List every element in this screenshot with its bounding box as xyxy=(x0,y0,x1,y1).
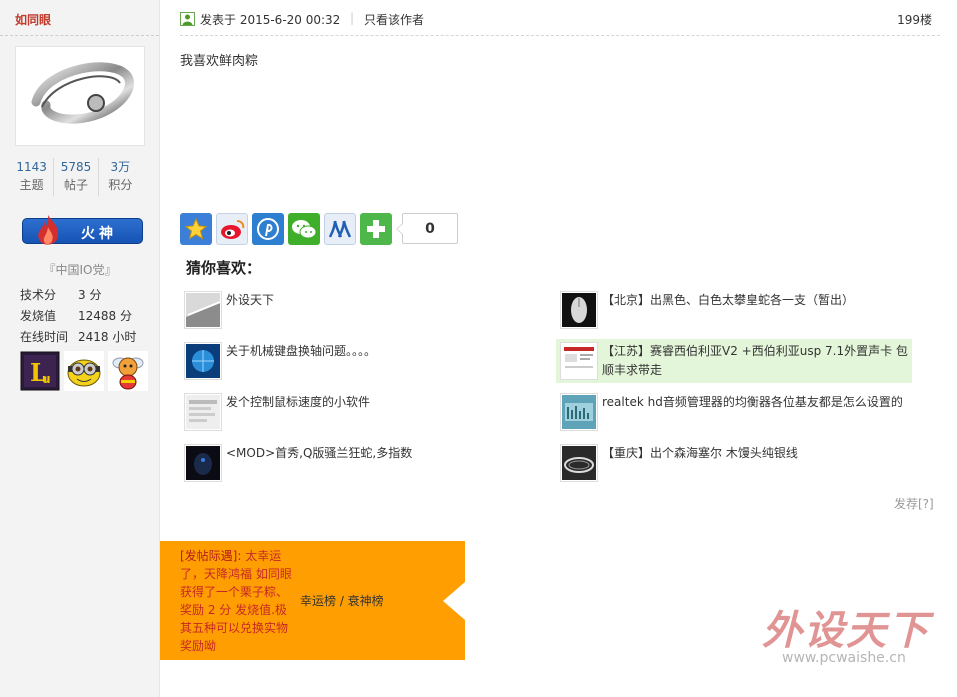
thumbnail[interactable] xyxy=(560,291,598,329)
list-item-title[interactable]: 外设天下 xyxy=(226,291,536,310)
post-content: 我喜欢鲜肉粽 xyxy=(180,54,259,69)
list-item[interactable]: <MOD>首秀,Q版骚兰狂蛇,多指数 xyxy=(180,441,536,485)
info-key: 发烧值 xyxy=(20,309,57,323)
rank-badge: 火神 xyxy=(22,215,143,245)
svg-text:u: u xyxy=(42,372,51,386)
info-key: 技术分 xyxy=(20,288,57,302)
list-item-title[interactable]: 【重庆】出个森海塞尔 木馒头纯银线 xyxy=(602,444,912,463)
pinterest-icon[interactable] xyxy=(252,213,284,245)
thumbnail[interactable] xyxy=(560,393,598,431)
list-item[interactable]: 关于机械键盘换轴问题。。。。 xyxy=(180,339,536,383)
favorite-star-icon[interactable] xyxy=(180,213,212,245)
lucky-event-tag: [发帖际遇]: xyxy=(180,549,242,563)
flame-icon xyxy=(38,215,59,245)
stat-threads[interactable]: 1143 主题 xyxy=(10,158,55,196)
list-item-title[interactable]: realtek hd音频管理器的均衡器各位基友都是怎么设置的 xyxy=(602,393,912,412)
medal-list: L u xyxy=(20,351,148,391)
only-author-link[interactable]: 只看该作者 xyxy=(364,11,424,28)
thumbnail[interactable] xyxy=(184,393,222,431)
stat-posts[interactable]: 5785 帖子 xyxy=(54,158,99,196)
floor-number[interactable]: 199楼 xyxy=(897,11,932,28)
site-watermark: 外设天下 www.pcwaishe.cn xyxy=(758,598,940,673)
watermark-logo: 外设天下 xyxy=(762,607,930,654)
separator: | xyxy=(350,11,355,25)
info-value: 3 分 xyxy=(78,288,102,302)
online-user-icon xyxy=(180,12,195,26)
stat-label: 主题 xyxy=(19,178,44,192)
guess-title: 猜你喜欢： xyxy=(186,259,262,277)
author-sidebar: 如同眼 1143 主题 5785 帖子 3万 积分 火神 『中国IO党』 技术分… xyxy=(0,0,160,697)
post-time: 发表于 2015-6-20 00:32 xyxy=(200,13,341,27)
thumbnail[interactable] xyxy=(560,444,598,482)
share-bar: 0 xyxy=(180,213,458,245)
medal-lu-icon[interactable]: L u xyxy=(20,351,60,391)
stat-label: 积分 xyxy=(108,178,133,192)
stat-value[interactable]: 3万 xyxy=(99,158,142,176)
plus-icon[interactable] xyxy=(360,213,392,245)
share-count: 0 xyxy=(396,213,458,244)
list-item[interactable]: realtek hd音频管理器的均衡器各位基友都是怎么设置的 xyxy=(556,390,912,434)
info-tech-score: 技术分 3 分 xyxy=(20,286,101,303)
divider xyxy=(180,35,940,36)
avatar[interactable] xyxy=(15,46,145,146)
lucky-event-box: [发帖际遇]: 太幸运了，天降鸿福 如同眼获得了一个栗子粽、奖励 2 分 发烧值… xyxy=(160,541,465,660)
list-item[interactable]: 【重庆】出个森海塞尔 木馒头纯银线 xyxy=(556,441,912,485)
info-value: 2418 小时 xyxy=(78,330,137,344)
thumbnail[interactable] xyxy=(184,291,222,329)
thumbnail[interactable] xyxy=(184,342,222,380)
post-header: 发表于 2015-6-20 00:32 | 只看该作者 199楼 xyxy=(180,10,932,30)
user-group: 『中国IO党』 xyxy=(43,263,117,277)
recommend-link[interactable]: 发荐[?] xyxy=(894,495,934,512)
stat-points[interactable]: 3万 积分 xyxy=(99,158,142,196)
list-item-title[interactable]: 【江苏】赛睿西伯利亚V2 +西伯利亚usp 7.1外置声卡 包顺丰求带走 xyxy=(602,342,912,380)
stat-value[interactable]: 1143 xyxy=(10,158,53,176)
list-item[interactable]: 发个控制鼠标速度的小软件 xyxy=(180,390,536,434)
wechat-icon[interactable] xyxy=(288,213,320,245)
list-item-title[interactable]: <MOD>首秀,Q版骚兰狂蛇,多指数 xyxy=(226,444,536,463)
list-item[interactable]: 【北京】出黑色、白色太攀皇蛇各一支（暂出） xyxy=(556,288,912,332)
list-item[interactable]: 【江苏】赛睿西伯利亚V2 +西伯利亚usp 7.1外置声卡 包顺丰求带走 xyxy=(556,339,912,383)
thumbnail[interactable] xyxy=(560,342,598,380)
thumbnail[interactable] xyxy=(184,444,222,482)
list-item-title[interactable]: 发个控制鼠标速度的小软件 xyxy=(226,393,536,412)
watermark-url: www.pcwaishe.cn xyxy=(782,650,906,666)
list-item-title[interactable]: 【北京】出黑色、白色太攀皇蛇各一支（暂出） xyxy=(602,291,912,310)
lucky-event-text: [发帖际遇]: 太幸运了，天降鸿福 如同眼获得了一个栗子粽、奖励 2 分 发烧值… xyxy=(180,547,298,655)
weibo-icon[interactable] xyxy=(216,213,248,245)
list-item[interactable]: 外设天下 xyxy=(180,288,536,332)
info-value: 12488 分 xyxy=(78,309,132,323)
renren-icon[interactable] xyxy=(324,213,356,245)
divider xyxy=(0,35,159,36)
lucky-rank-links[interactable]: 幸运榜 / 衰神榜 xyxy=(300,592,384,609)
medal-minion-icon[interactable] xyxy=(64,351,104,391)
rank-label: 火神 xyxy=(81,226,117,242)
info-fever-value: 发烧值 12488 分 xyxy=(20,307,132,324)
info-key: 在线时间 xyxy=(20,330,69,344)
stat-value[interactable]: 5785 xyxy=(54,158,97,176)
author-stats: 1143 主题 5785 帖子 3万 积分 xyxy=(10,158,142,196)
medal-bee-icon[interactable] xyxy=(108,351,148,391)
list-item-title[interactable]: 关于机械键盘换轴问题。。。。 xyxy=(226,342,536,361)
lucky-event-message: 太幸运了，天降鸿福 如同眼获得了一个栗子粽、奖励 2 分 发烧值.极其五种可以兑… xyxy=(180,549,292,653)
info-online-time: 在线时间 2418 小时 xyxy=(20,328,136,345)
author-username[interactable]: 如同眼 xyxy=(15,11,51,28)
stat-label: 帖子 xyxy=(63,178,88,192)
